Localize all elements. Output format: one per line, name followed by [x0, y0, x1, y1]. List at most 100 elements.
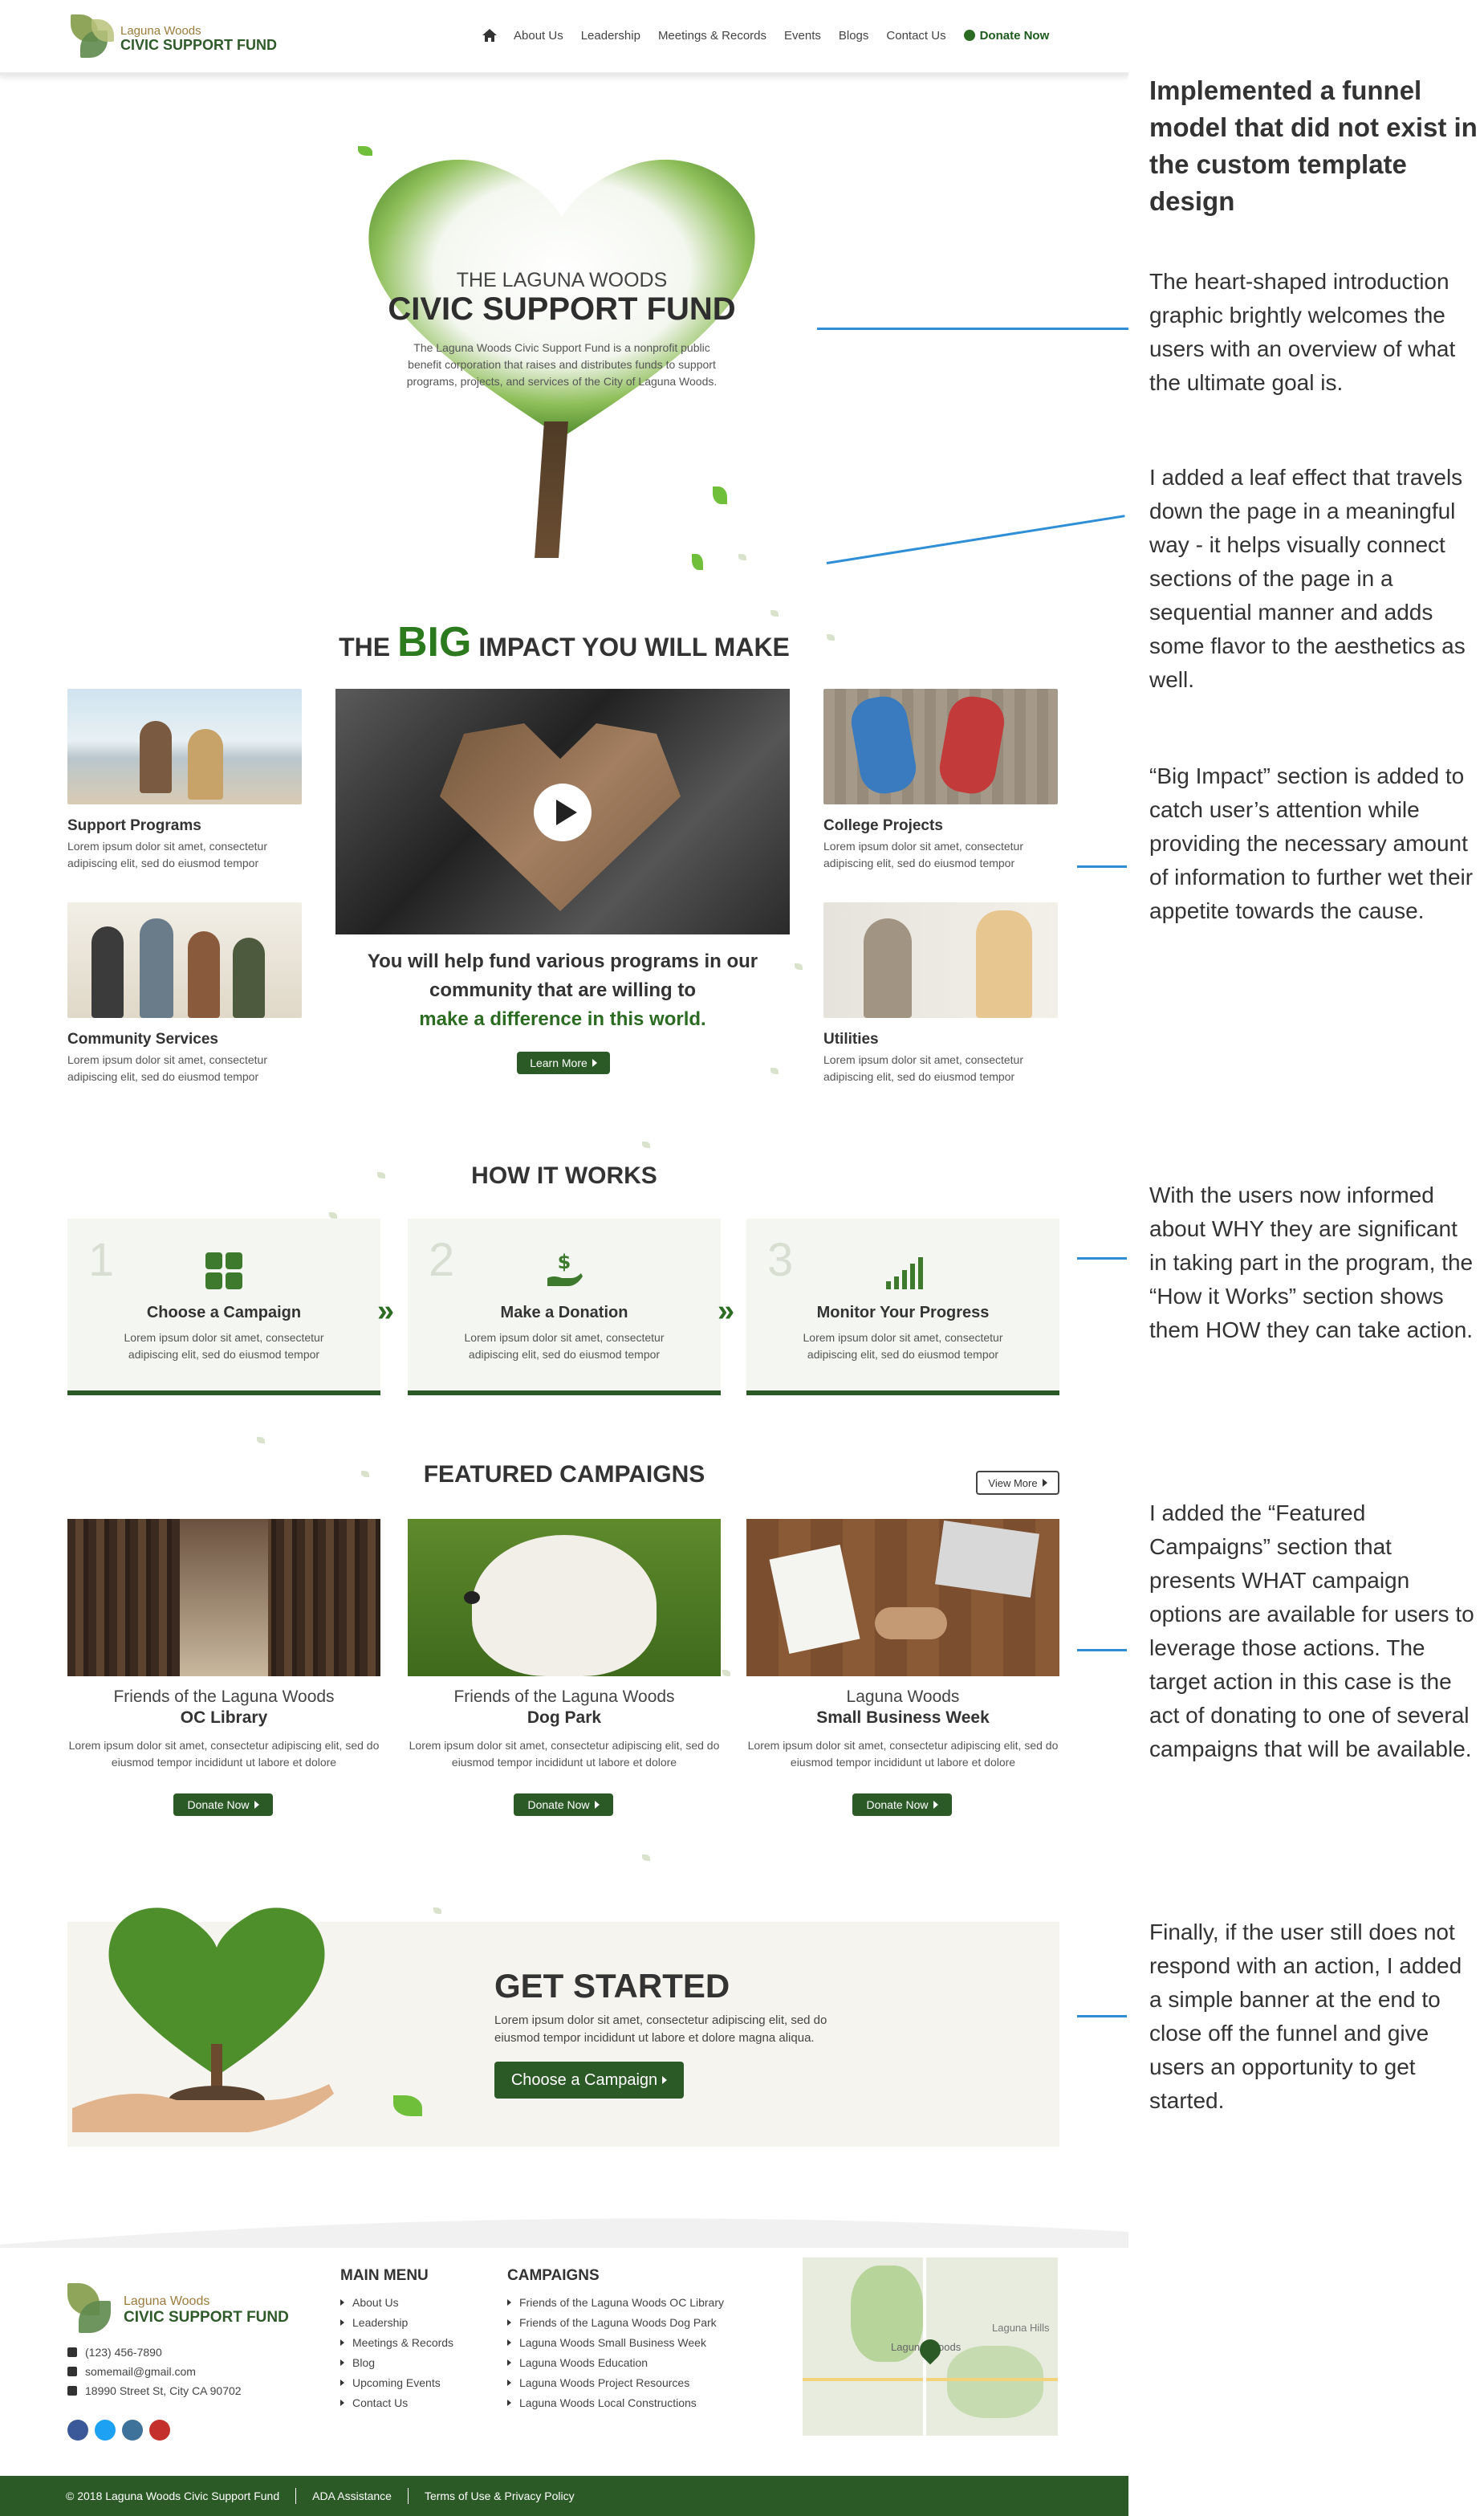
impact-card-community-services[interactable]: Community Services Lorem ipsum dolor sit… — [67, 902, 302, 1085]
step-desc: Lorem ipsum dolor sit amet, consectetur … — [464, 1331, 665, 1361]
choose-campaign-label: Choose a Campaign — [510, 2070, 658, 2089]
phone-row: (123) 456-7890 — [67, 2346, 242, 2359]
campaign-card-oc-library[interactable]: Friends of the Laguna Woods OC Library L… — [67, 1519, 380, 1771]
campaign-photo — [408, 1519, 721, 1676]
donate-now-button[interactable]: Donate Now — [852, 1793, 952, 1816]
social-links — [67, 2420, 170, 2441]
terms-link[interactable]: Terms of Use & Privacy Policy — [409, 2490, 591, 2502]
annotation-big-impact: “Big Impact” section is added to catch u… — [1149, 763, 1474, 923]
donate-label: Donate Now — [527, 1798, 590, 1811]
card-desc: Lorem ipsum dolor sit amet, consectetur … — [67, 1053, 267, 1083]
campaign-card-dog-park[interactable]: Friends of the Laguna Woods Dog Park Lor… — [408, 1519, 721, 1771]
dollar-icon — [963, 30, 975, 41]
footer-link-contact[interactable]: Contact Us — [340, 2396, 453, 2409]
step-number: 1 — [88, 1234, 115, 1286]
campaign-org: Friends of the Laguna Woods — [113, 1688, 335, 1706]
footer-logo-line2: CIVIC SUPPORT FUND — [124, 2309, 289, 2326]
nav-leadership[interactable]: Leadership — [581, 29, 640, 43]
annotation-heart: The heart-shaped introduction graphic br… — [1149, 269, 1456, 395]
footer-link-meetings[interactable]: Meetings & Records — [340, 2336, 453, 2349]
map-pin-icon — [67, 2386, 77, 2396]
footer-link-events[interactable]: Upcoming Events — [340, 2376, 453, 2389]
nav-about-us[interactable]: About Us — [514, 29, 563, 43]
leaf-decoration — [770, 1068, 779, 1074]
footer-main-menu: MAIN MENU About Us Leadership Meetings &… — [340, 2267, 453, 2416]
heading-pre: THE — [339, 633, 391, 662]
connector-line — [1077, 1257, 1127, 1260]
ada-link[interactable]: ADA Assistance — [296, 2490, 408, 2502]
card-title: Community Services — [67, 1031, 218, 1048]
map-label: Laguna Hills — [992, 2322, 1050, 2334]
card-photo — [67, 902, 302, 1018]
chevron-double-right-icon: » — [718, 1294, 735, 1328]
impact-card-college-projects[interactable]: College Projects Lorem ipsum dolor sit a… — [823, 689, 1058, 872]
footer-bottom-bar: © 2018 Laguna Woods Civic Support Fund A… — [0, 2476, 1128, 2516]
youtube-icon[interactable] — [149, 2420, 170, 2441]
get-started-desc: Lorem ipsum dolor sit amet, consectetur … — [494, 2013, 827, 2045]
home-icon[interactable] — [482, 27, 498, 43]
play-button-icon[interactable] — [534, 784, 592, 841]
logo-line1: Laguna Woods — [120, 24, 201, 38]
site-logo[interactable]: Laguna Woods CIVIC SUPPORT FUND — [71, 13, 277, 64]
leaf-decoration — [795, 963, 803, 970]
connector-line — [1077, 1649, 1127, 1651]
donate-now-button[interactable]: Donate Now — [173, 1793, 273, 1816]
footer-campaign-link[interactable]: Friends of the Laguna Woods OC Library — [507, 2296, 724, 2309]
leaf-decoration — [358, 146, 372, 156]
annotation-leaf: I added a leaf effect that travels down … — [1149, 465, 1466, 692]
twitter-icon[interactable] — [95, 2420, 116, 2441]
step-title: Choose a Campaign — [146, 1304, 302, 1321]
nav-blogs[interactable]: Blogs — [839, 29, 869, 43]
svg-text:$: $ — [558, 1251, 571, 1273]
footer-link-about-us[interactable]: About Us — [340, 2296, 453, 2309]
step-monitor-progress: 3 Monitor Your Progress Lorem ipsum dolo… — [746, 1219, 1059, 1395]
location-map[interactable]: Laguna Woods Laguna Hills — [803, 2257, 1058, 2436]
nav-contact-us[interactable]: Contact Us — [886, 29, 945, 43]
impact-video[interactable] — [335, 689, 790, 934]
footer-campaign-link[interactable]: Laguna Woods Education — [507, 2356, 724, 2369]
donate-label: Donate Now — [866, 1798, 929, 1811]
step-number: 2 — [429, 1234, 455, 1286]
impact-card-support-programs[interactable]: Support Programs Lorem ipsum dolor sit a… — [67, 689, 302, 872]
campaign-title: Dog Park — [527, 1708, 602, 1727]
phone-text: (123) 456-7890 — [85, 2346, 162, 2359]
logo-line2: CIVIC SUPPORT FUND — [120, 37, 278, 53]
featured-campaigns-heading: FEATURED CAMPAIGNS — [423, 1461, 705, 1488]
heading-post: IMPACT YOU WILL MAKE — [478, 633, 790, 662]
campaign-org: Laguna Woods — [846, 1688, 960, 1706]
card-desc: Lorem ipsum dolor sit amet, consectetur … — [823, 840, 1023, 869]
connector-line — [817, 328, 1128, 330]
email-text: somemail@gmail.com — [85, 2365, 196, 2378]
footer-logo[interactable]: Laguna Woods CIVIC SUPPORT FUND — [67, 2280, 289, 2336]
step-make-donation: 2 $ Make a Donation Lorem ipsum dolor si… — [408, 1219, 721, 1395]
learn-more-button[interactable]: Learn More — [517, 1052, 610, 1074]
instagram-icon[interactable] — [122, 2420, 143, 2441]
nav-donate-now[interactable]: Donate Now — [963, 29, 1049, 43]
address-row: 18990 Street St, City CA 90702 — [67, 2384, 242, 2397]
facebook-icon[interactable] — [67, 2420, 88, 2441]
nav-events[interactable]: Events — [784, 29, 821, 43]
annotation-featured: I added the “Featured Campaigns” section… — [1149, 1500, 1474, 1761]
nav-meetings-records[interactable]: Meetings & Records — [658, 29, 766, 43]
impact-statement-line: You will help fund various programs in o… — [367, 951, 758, 1001]
card-title: College Projects — [823, 817, 943, 834]
caret-right-icon — [594, 1801, 600, 1809]
impact-card-utilities[interactable]: Utilities Lorem ipsum dolor sit amet, co… — [823, 902, 1058, 1085]
copyright-text: © 2018 Laguna Woods Civic Support Fund — [66, 2490, 280, 2502]
footer-campaign-link[interactable]: Laguna Woods Project Resources — [507, 2376, 724, 2389]
leaf-decoration — [329, 1212, 337, 1219]
campaign-card-small-business-week[interactable]: Laguna Woods Small Business Week Lorem i… — [746, 1519, 1059, 1771]
footer-campaign-link[interactable]: Laguna Woods Small Business Week — [507, 2336, 724, 2349]
main-menu: About Us Leadership Meetings & Records E… — [482, 27, 1049, 43]
footer-link-leadership[interactable]: Leadership — [340, 2316, 453, 2329]
view-more-button[interactable]: View More — [976, 1471, 1059, 1495]
card-photo — [823, 902, 1058, 1018]
donate-now-button[interactable]: Donate Now — [514, 1793, 613, 1816]
footer-campaign-link[interactable]: Laguna Woods Local Constructions — [507, 2396, 724, 2409]
footer-link-blog[interactable]: Blog — [340, 2356, 453, 2369]
site-footer: Laguna Woods CIVIC SUPPORT FUND (123) 45… — [0, 2216, 1128, 2476]
footer-campaign-link[interactable]: Friends of the Laguna Woods Dog Park — [507, 2316, 724, 2329]
hand-tree-graphic — [72, 1907, 334, 2132]
choose-campaign-button[interactable]: Choose a Campaign — [494, 2062, 684, 2099]
annotation-get-started: Finally, if the user still does not resp… — [1149, 1920, 1462, 2113]
